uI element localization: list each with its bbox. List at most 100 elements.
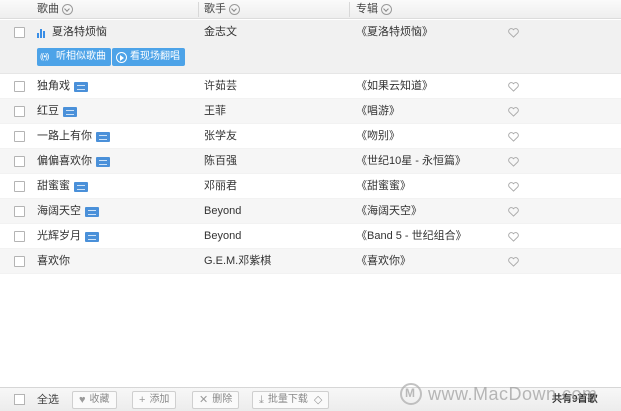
watermark-logo-icon [400, 383, 422, 405]
song-title[interactable]: 偏偏喜欢你 [37, 149, 92, 174]
song-album[interactable]: 《如果云知道》 [356, 74, 433, 99]
song-album[interactable]: 《甜蜜蜜》 [356, 174, 411, 199]
heart-icon[interactable] [508, 157, 519, 167]
playlist-window: 歌曲 歌手 专辑 夏洛特烦恼 金志文 《夏洛特烦恼》 ((•)) 听相似歌曲 看… [0, 0, 621, 411]
heart-icon[interactable] [508, 82, 519, 92]
header-divider [198, 2, 199, 17]
song-album[interactable]: 《唱游》 [356, 99, 400, 124]
mv-badge-icon[interactable] [85, 231, 99, 242]
header-divider [349, 2, 350, 17]
row-checkbox[interactable] [14, 231, 25, 242]
heart-icon[interactable] [508, 182, 519, 192]
song-title[interactable]: 光辉岁月 [37, 224, 81, 249]
listen-similar-button[interactable]: 听相似歌曲 [37, 48, 111, 66]
mv-badge-icon[interactable] [96, 156, 110, 167]
song-row[interactable]: 海阔天空 Beyond 《海阔天空》 [0, 199, 621, 224]
row-checkbox[interactable] [14, 81, 25, 92]
heart-icon[interactable] [508, 107, 519, 117]
batch-download-label: 批量下载 [267, 394, 308, 405]
song-title[interactable]: 海阔天空 [37, 199, 81, 224]
row-checkbox[interactable] [14, 27, 25, 38]
mv-badge-icon[interactable] [74, 81, 88, 92]
song-artist[interactable]: 许茹芸 [204, 74, 237, 99]
song-album[interactable]: 《夏洛特烦恼》 [356, 20, 433, 45]
watermark-text: www.MacDown.com [428, 383, 598, 404]
diamond-icon: ◇ [313, 394, 323, 406]
add-button[interactable]: + 添加 [132, 391, 177, 409]
select-all-checkbox[interactable] [14, 394, 25, 405]
song-album[interactable]: 《吻别》 [356, 124, 400, 149]
song-title[interactable]: 夏洛特烦恼 [52, 20, 107, 45]
header-artist[interactable]: 歌手 [204, 0, 240, 19]
sort-chevron-icon[interactable] [62, 4, 73, 15]
song-list: 夏洛特烦恼 金志文 《夏洛特烦恼》 听相似歌曲 看现场翻唱 独角戏 许茹芸 《如… [0, 20, 621, 274]
row-checkbox[interactable] [14, 156, 25, 167]
mv-badge-icon[interactable] [63, 106, 77, 117]
header-artist-label: 歌手 [204, 3, 226, 15]
collect-label: 收藏 [89, 394, 110, 405]
heart-icon[interactable] [508, 132, 519, 142]
radio-wave-icon [40, 48, 53, 66]
sort-chevron-icon[interactable] [381, 4, 392, 15]
header-song-label: 歌曲 [37, 3, 59, 15]
song-artist[interactable]: 张学友 [204, 124, 237, 149]
song-title[interactable]: 红豆 [37, 99, 59, 124]
song-row[interactable]: 红豆 王菲 《唱游》 [0, 99, 621, 124]
play-circle-icon [116, 51, 127, 63]
mv-badge-icon[interactable] [74, 181, 88, 192]
row-checkbox[interactable] [14, 106, 25, 117]
song-row[interactable]: 甜蜜蜜 邓丽君 《甜蜜蜜》 [0, 174, 621, 199]
select-all-label[interactable]: 全选 [37, 388, 59, 411]
sort-chevron-icon[interactable] [229, 4, 240, 15]
plus-icon: + [139, 394, 146, 406]
header-album-label: 专辑 [356, 3, 378, 15]
song-artist[interactable]: 陈百强 [204, 149, 237, 174]
song-artist[interactable]: Beyond [204, 224, 241, 249]
song-row-playing[interactable]: 夏洛特烦恼 金志文 《夏洛特烦恼》 听相似歌曲 看现场翻唱 [0, 20, 621, 74]
listen-similar-label: 听相似歌曲 [56, 51, 106, 62]
heart-icon[interactable] [508, 28, 519, 38]
song-title[interactable]: 甜蜜蜜 [37, 174, 70, 199]
song-album[interactable]: 《海阔天空》 [356, 199, 422, 224]
song-row[interactable]: 独角戏 许茹芸 《如果云知道》 [0, 74, 621, 99]
song-title-cell: 夏洛特烦恼 [37, 20, 107, 45]
header-album[interactable]: 专辑 [356, 0, 392, 19]
song-album[interactable]: 《喜欢你》 [356, 249, 411, 274]
song-row[interactable]: 一路上有你 张学友 《吻别》 [0, 124, 621, 149]
collect-button[interactable]: ♥ 收藏 [72, 391, 117, 409]
song-artist[interactable]: 金志文 [204, 20, 237, 45]
delete-label: 删除 [212, 394, 233, 405]
row-checkbox[interactable] [14, 256, 25, 267]
song-artist[interactable]: 邓丽君 [204, 174, 237, 199]
watermark: www.MacDown.com [400, 382, 598, 406]
song-row[interactable]: 偏偏喜欢你 陈百强 《世纪10星 - 永恒篇》 [0, 149, 621, 174]
watch-live-label: 看现场翻唱 [130, 51, 180, 62]
heart-icon[interactable] [508, 207, 519, 217]
song-artist[interactable]: Beyond [204, 199, 241, 224]
heart-icon[interactable] [508, 257, 519, 267]
column-header: 歌曲 歌手 专辑 [0, 0, 621, 19]
row-checkbox[interactable] [14, 206, 25, 217]
row-checkbox[interactable] [14, 181, 25, 192]
song-title[interactable]: 一路上有你 [37, 124, 92, 149]
row-checkbox[interactable] [14, 131, 25, 142]
song-row[interactable]: 喜欢你 G.E.M.邓紫棋 《喜欢你》 [0, 249, 621, 274]
add-label: 添加 [149, 394, 170, 405]
song-row[interactable]: 光辉岁月 Beyond 《Band 5 - 世纪组合》 [0, 224, 621, 249]
close-icon: ✕ [199, 394, 209, 406]
mv-badge-icon[interactable] [85, 206, 99, 217]
song-album[interactable]: 《世纪10星 - 永恒篇》 [356, 149, 466, 174]
delete-button[interactable]: ✕ 删除 [192, 391, 240, 409]
download-icon: ⤓ [259, 394, 264, 406]
mv-badge-icon[interactable] [96, 131, 110, 142]
batch-download-button[interactable]: ⤓ 批量下载 ◇ [252, 391, 330, 409]
heart-icon[interactable] [508, 232, 519, 242]
header-song[interactable]: 歌曲 [37, 0, 73, 19]
song-album[interactable]: 《Band 5 - 世纪组合》 [356, 224, 467, 249]
heart-icon: ♥ [79, 394, 86, 406]
song-title[interactable]: 喜欢你 [37, 249, 70, 274]
song-artist[interactable]: 王菲 [204, 99, 226, 124]
watch-live-button[interactable]: 看现场翻唱 [112, 48, 185, 66]
song-title[interactable]: 独角戏 [37, 74, 70, 99]
song-artist[interactable]: G.E.M.邓紫棋 [204, 249, 271, 274]
